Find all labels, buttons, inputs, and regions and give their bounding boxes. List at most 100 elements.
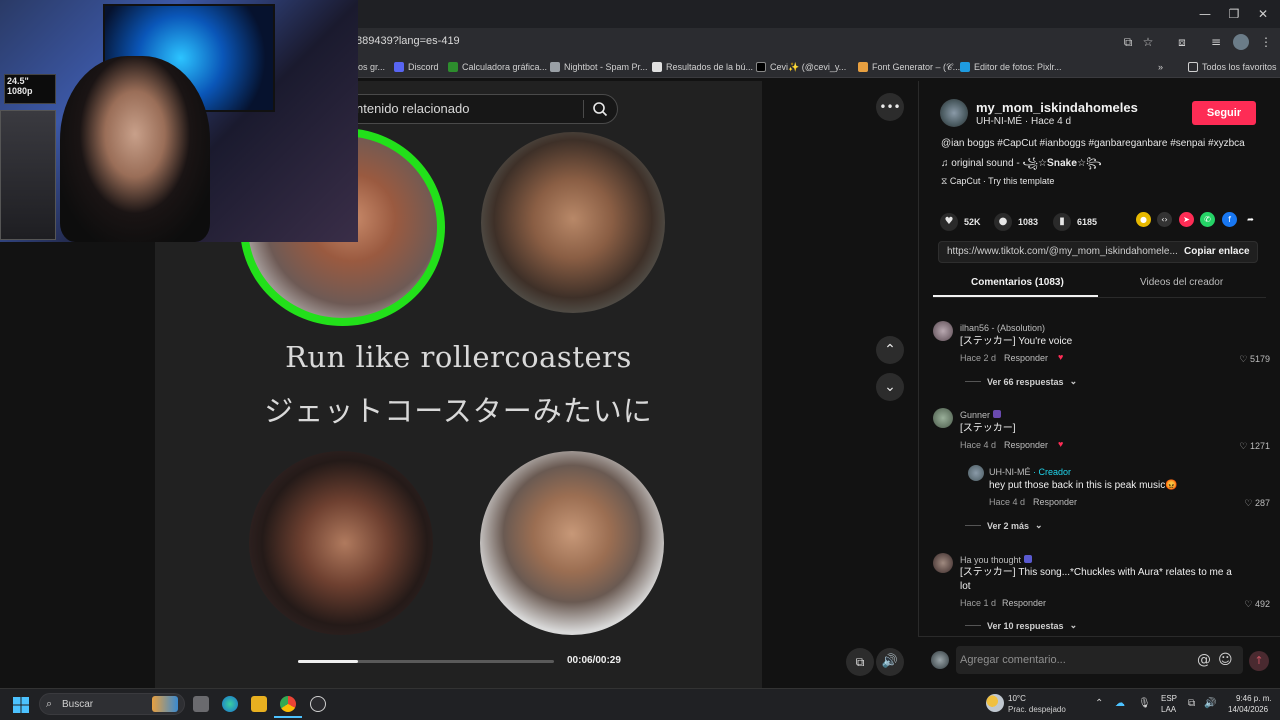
search-icon: ⌕ <box>46 697 53 710</box>
comment-username[interactable]: Gunner <box>960 410 1002 420</box>
portrait-image <box>481 132 665 313</box>
cast-icon[interactable]: ⧉ <box>1120 34 1136 50</box>
bookmark-nightbot[interactable]: Nightbot - Spam Pr... <box>550 60 648 74</box>
bookmark-font-generator[interactable]: Font Generator – (𝒞... <box>858 60 960 74</box>
bookmark-item[interactable]: os gr... <box>358 60 385 74</box>
language-code[interactable]: ESP <box>1161 694 1177 703</box>
view-more-replies[interactable]: Ver 2 más ⌄ <box>965 520 1043 531</box>
clock-date[interactable]: 14/04/2026 <box>1228 705 1268 714</box>
more-bookmarks-icon[interactable]: » <box>1158 60 1163 74</box>
more-options-icon[interactable]: ••• <box>876 93 904 121</box>
commenter-avatar[interactable] <box>933 408 953 428</box>
comment-username[interactable]: ilhan56 - (Absolution) <box>960 323 1045 333</box>
reply-button[interactable]: Responder <box>1004 353 1048 363</box>
coin-icon[interactable]: ● <box>1136 212 1151 227</box>
comment-stat[interactable]: ● 1083 <box>994 213 1038 231</box>
url-text[interactable]: 889439?lang=es-419 <box>356 35 460 47</box>
close-icon[interactable]: ✕ <box>1254 6 1272 22</box>
all-favorites[interactable]: Todos los favoritos <box>1188 60 1277 74</box>
bookmark-calculadora[interactable]: Calculadora gráfica... <box>448 60 547 74</box>
view-replies[interactable]: Ver 66 respuestas ⌄ <box>965 376 1077 387</box>
share-arrow-icon[interactable]: ➦ <box>1243 212 1258 227</box>
windows-start-icon[interactable] <box>13 697 29 713</box>
send-comment-button[interactable]: ↑ <box>1249 651 1269 671</box>
author-name[interactable]: my_mom_iskindahomeles <box>976 100 1138 115</box>
streamer-person <box>60 56 210 242</box>
music-note-icon: ♫ <box>941 158 952 169</box>
speaker-icon[interactable]: 🔊 <box>1204 698 1216 709</box>
bookmark-discord[interactable]: Discord <box>394 60 439 74</box>
extensions-icon[interactable]: ⧈ <box>1174 34 1190 50</box>
chevron-up-icon[interactable]: ⌃ <box>1095 698 1103 709</box>
windows-taskbar <box>0 688 1280 720</box>
miniplayer-icon[interactable]: ⧉ <box>846 648 874 676</box>
task-view-icon[interactable] <box>193 696 209 712</box>
tab-creator-videos[interactable]: Videos del creador <box>1140 277 1223 288</box>
bookmark-cevi[interactable]: Cevi✨ (@cevi_y... <box>756 60 846 74</box>
comment-like[interactable]: ♡ 1271 <box>1232 441 1270 452</box>
weather-temp[interactable]: 10°C <box>1008 694 1026 703</box>
author-avatar[interactable] <box>940 99 968 127</box>
search-divider <box>583 100 584 118</box>
sound-label: original sound - ꧁☆𝐒𝐧𝐚𝐤𝐞☆꧂ <box>951 158 1102 169</box>
emoji-icon[interactable]: ☺ <box>1218 652 1234 668</box>
network-icon[interactable]: ⧉ <box>1188 698 1195 709</box>
badge-icon <box>1024 555 1033 563</box>
edge-icon[interactable] <box>222 696 238 712</box>
microphone-icon[interactable]: 🎙 <box>1138 698 1151 709</box>
star-icon[interactable]: ☆ <box>1140 34 1156 50</box>
portrait-image <box>480 451 664 635</box>
username-label: UH-NI-MÉ <box>989 467 1031 477</box>
volume-icon[interactable]: 🔊 <box>876 648 904 676</box>
whatsapp-icon[interactable]: ✆ <box>1200 212 1215 227</box>
send-to-friends-icon[interactable]: ➤ <box>1179 212 1194 227</box>
embed-icon[interactable]: ‹› <box>1157 212 1172 227</box>
chevron-down-icon[interactable]: ⌄ <box>876 373 904 401</box>
reply-button[interactable]: Responder <box>1002 598 1046 608</box>
bookmark-pixlr[interactable]: Editor de fotos: Pixlr... <box>960 60 1062 74</box>
folder-icon <box>1188 62 1198 72</box>
chevron-up-icon[interactable]: ⌃ <box>876 336 904 364</box>
comment-username[interactable]: Ha you thought <box>960 555 1033 565</box>
post-sound[interactable]: ♫ original sound - ꧁☆𝐒𝐧𝐚𝐤𝐞☆꧂ <box>941 156 1102 176</box>
creator-avatar[interactable] <box>968 465 984 481</box>
copy-link-button[interactable]: Copiar enlace <box>1184 246 1250 257</box>
commenter-avatar[interactable] <box>933 321 953 341</box>
comment-like[interactable]: ♡ 492 <box>1232 599 1270 610</box>
weather-desc[interactable]: Prac. despejado <box>1008 705 1066 714</box>
comment-like[interactable]: ♡ 287 <box>1232 498 1270 509</box>
file-explorer-icon[interactable] <box>251 696 267 712</box>
creator-liked-icon: ♥ <box>1058 439 1064 449</box>
profile-avatar[interactable] <box>1233 34 1249 50</box>
view-replies[interactable]: Ver 10 respuestas ⌄ <box>965 620 1077 631</box>
minimize-icon[interactable]: — <box>1196 6 1214 22</box>
menu-icon[interactable]: ⋮ <box>1258 34 1274 50</box>
reply-button[interactable]: Responder <box>1004 440 1048 450</box>
reply-button[interactable]: Responder <box>1033 497 1077 507</box>
weather-icon[interactable] <box>986 694 1004 712</box>
mention-icon[interactable]: @ <box>1197 652 1213 668</box>
username-label: Gunner <box>960 410 991 420</box>
cloud-icon[interactable]: ☁ <box>1115 698 1125 709</box>
facebook-icon[interactable]: f <box>1222 212 1237 227</box>
badge-icon <box>993 410 1002 418</box>
tab-comments[interactable]: Comentarios (1083) <box>971 277 1064 288</box>
save-stat[interactable]: ▮ 6185 <box>1053 213 1097 231</box>
comment-like[interactable]: ♡ 5179 <box>1232 354 1270 365</box>
clock-time[interactable]: 9:46 p. m. <box>1236 694 1272 703</box>
chrome-icon[interactable] <box>280 696 296 712</box>
commenter-avatar[interactable] <box>933 553 953 573</box>
author-subline: UH-NI-MÉ · Hace 4 d <box>976 116 1072 127</box>
keyboard-layout[interactable]: LAA <box>1161 705 1176 714</box>
capcut-template[interactable]: ⧖ CapCut · Try this template <box>941 176 1054 187</box>
divider-dash <box>965 525 981 526</box>
app-icon[interactable] <box>310 696 326 712</box>
media-icon[interactable]: ≡ <box>1208 34 1224 50</box>
search-icon[interactable] <box>592 101 608 117</box>
follow-button[interactable]: Seguir <box>1192 101 1256 125</box>
comment-username[interactable]: UH-NI-MÉ · Creador <box>989 467 1071 477</box>
maximize-icon[interactable]: ❐ <box>1225 6 1243 22</box>
bookmark-resultados[interactable]: Resultados de la bú... <box>652 60 753 74</box>
like-stat[interactable]: ♥ 52K <box>940 213 981 231</box>
capcut-label: CapCut · Try this template <box>949 176 1055 186</box>
